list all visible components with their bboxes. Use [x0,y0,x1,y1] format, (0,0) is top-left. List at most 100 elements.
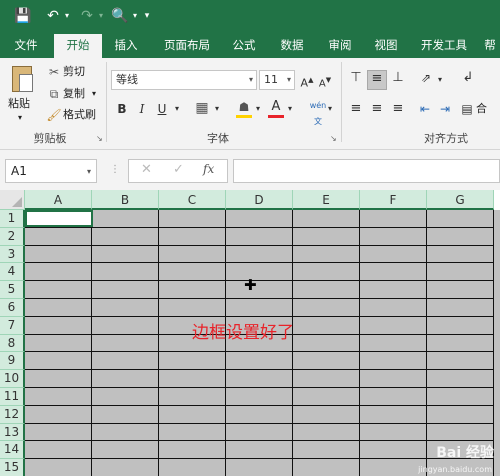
cell-b6[interactable] [92,299,159,317]
cell-f3[interactable] [360,245,427,264]
cell-b8[interactable] [92,334,159,353]
cell-g8[interactable] [427,334,494,353]
cell-d4[interactable] [226,263,293,282]
cell-e3[interactable] [293,245,360,264]
decrease-indent-icon[interactable]: ⇤ [416,101,434,117]
row-header-13[interactable]: 13 [0,423,25,442]
cell-a13[interactable] [25,423,92,442]
cell-f2[interactable] [360,227,427,246]
cell-d10[interactable] [226,370,293,388]
wrap-text-icon[interactable]: ↲ [460,70,476,86]
cell-f10[interactable] [360,370,427,388]
active-cell-a1[interactable] [25,210,93,227]
column-header-d[interactable]: D [226,190,293,210]
cell-b14[interactable] [92,441,159,460]
tab-help[interactable]: 帮 [480,32,500,58]
tab-developer[interactable]: 开发工具 [414,32,474,58]
row-header-15[interactable]: 15 [0,459,25,476]
cell-d9[interactable] [226,352,293,371]
column-header-c[interactable]: C [159,190,226,210]
cell-c15[interactable] [159,459,226,476]
underline-dropdown-icon[interactable]: ▾ [172,101,182,117]
column-header-e[interactable]: E [293,190,360,210]
tab-page-layout[interactable]: 页面布局 [156,32,218,58]
cell-c6[interactable] [159,299,226,317]
cell-a2[interactable] [25,227,92,246]
cell-c10[interactable] [159,370,226,388]
borders-dropdown-icon[interactable]: ▾ [212,101,222,117]
cell-c9[interactable] [159,352,226,371]
paste-dropdown-icon[interactable]: ▾ [18,110,22,126]
cell-f14[interactable] [360,441,427,460]
paste-icon[interactable] [8,64,38,100]
cell-f6[interactable] [360,299,427,317]
cell-a15[interactable] [25,459,92,476]
cell-c2[interactable] [159,227,226,246]
cell-c5[interactable] [159,281,226,299]
cell-b15[interactable] [92,459,159,476]
bold-button[interactable]: B [116,101,128,117]
font-launcher-icon[interactable]: ↘ [330,134,337,143]
formula-input[interactable] [233,159,500,183]
cell-e8[interactable] [293,334,360,353]
cell-g9[interactable] [427,352,494,371]
cell-a12[interactable] [25,405,92,424]
cell-g11[interactable] [427,388,494,406]
cell-f8[interactable] [360,334,427,353]
row-header-6[interactable]: 6 [0,299,25,317]
cell-e13[interactable] [293,423,360,442]
print-preview-icon[interactable]: 🔍 [110,6,130,26]
copy-button[interactable]: 复制 [63,86,85,102]
cell-e14[interactable] [293,441,360,460]
cell-d5[interactable] [226,281,293,299]
cell-area[interactable] [25,210,500,476]
cell-f4[interactable] [360,263,427,282]
cell-a14[interactable] [25,441,92,460]
row-header-1[interactable]: 1 [0,210,25,228]
cell-b11[interactable] [92,388,159,406]
cell-a6[interactable] [25,299,92,317]
cell-e1[interactable] [293,210,360,228]
middle-align-icon[interactable]: ≡ [367,70,387,90]
cell-g10[interactable] [427,370,494,388]
tab-formulas[interactable]: 公式 [226,32,262,58]
font-size-select[interactable]: 11 ▾ [259,70,295,90]
font-color-dropdown-icon[interactable]: ▾ [285,101,295,117]
cell-b12[interactable] [92,405,159,424]
cancel-icon[interactable]: ✕ [141,162,152,177]
column-header-b[interactable]: B [92,190,159,210]
format-painter-button[interactable]: 格式刷 [63,107,96,123]
cut-button[interactable]: 剪切 [63,64,85,80]
copy-icon[interactable]: ⧉ [46,86,62,102]
cell-f12[interactable] [360,405,427,424]
row-header-5[interactable]: 5 [0,281,25,299]
save-icon[interactable]: 💾 [12,6,34,26]
cell-c13[interactable] [159,423,226,442]
cell-d14[interactable] [226,441,293,460]
row-header-4[interactable]: 4 [0,263,25,282]
cell-c3[interactable] [159,245,226,264]
cell-g2[interactable] [427,227,494,246]
cell-c11[interactable] [159,388,226,406]
cell-c1[interactable] [159,210,226,228]
cell-c12[interactable] [159,405,226,424]
clipboard-launcher-icon[interactable]: ↘ [96,134,103,143]
column-header-f[interactable]: F [360,190,427,210]
formula-bar-splitter-icon[interactable]: ⋮ [110,164,120,175]
increase-font-size-icon[interactable]: A▲ [300,72,314,92]
cell-a5[interactable] [25,281,92,299]
cell-g12[interactable] [427,405,494,424]
align-right-icon[interactable]: ≡ [390,101,406,117]
tab-insert[interactable]: 插入 [106,32,146,58]
cell-d1[interactable] [226,210,293,228]
row-header-14[interactable]: 14 [0,441,25,460]
increase-indent-icon[interactable]: ⇥ [436,101,454,117]
cell-g5[interactable] [427,281,494,299]
cell-f1[interactable] [360,210,427,228]
align-center-icon[interactable]: ≡ [369,101,385,117]
tab-file[interactable]: 文件 [6,32,46,58]
merge-center-button[interactable]: 合 [476,101,487,117]
cell-b1[interactable] [92,210,159,228]
cell-d12[interactable] [226,405,293,424]
cell-f15[interactable] [360,459,427,476]
